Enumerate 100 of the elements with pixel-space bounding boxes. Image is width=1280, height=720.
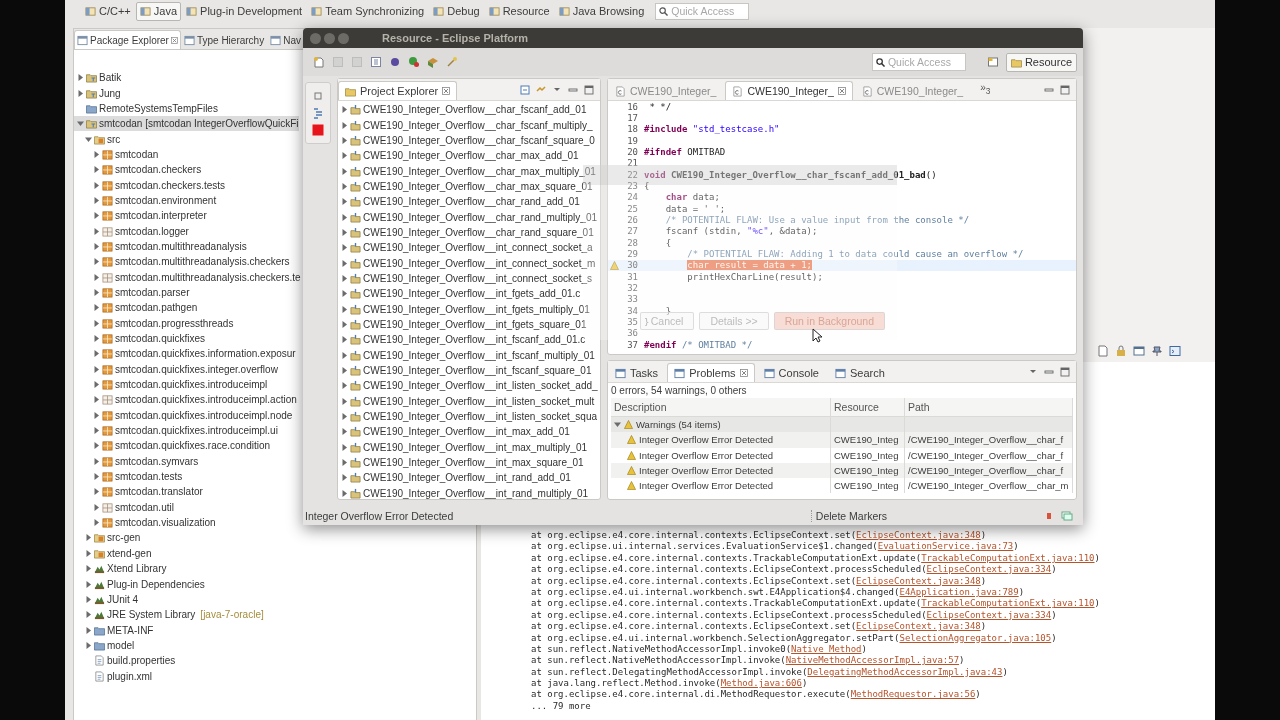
tree-item[interactable]: smtcodan.quickfixes: [74, 330, 206, 347]
expand-arrow-icon[interactable]: [93, 181, 100, 189]
expand-arrow-icon[interactable]: [93, 273, 100, 281]
tree-item[interactable]: CWE190_Integer_Overflow__int_max_add_01: [338, 424, 600, 440]
outline-icon[interactable]: [312, 107, 324, 119]
collapse-arrow-icon[interactable]: [77, 120, 84, 128]
perspective-button[interactable]: Debug: [429, 1, 484, 21]
group-row[interactable]: Warnings (54 items): [611, 417, 1073, 433]
problem-row[interactable]: Integer Overflow Error Detected CWE190_Integ /CWE190_Integer_Overflow__char_f: [611, 447, 1073, 463]
expand-arrow-icon[interactable]: [85, 580, 92, 588]
perspective-button[interactable]: Resource: [484, 1, 554, 21]
collapse-all-icon[interactable]: [520, 84, 530, 95]
expand-arrow-icon[interactable]: [85, 565, 92, 573]
open-perspective-icon[interactable]: [986, 56, 999, 68]
source-link[interactable]: EclipseContext.java:348: [856, 530, 981, 540]
tree-item[interactable]: smtcodan.quickfixes.introduceimpl.ui: [74, 422, 278, 439]
tree-item[interactable]: CWE190_Integer_Overflow__int_fgets_add_01.c: [338, 286, 600, 302]
source-link[interactable]: EclipseContext.java:348: [856, 575, 981, 586]
document-icon[interactable]: [1097, 345, 1109, 357]
perspective-button[interactable]: Plug-in Development: [182, 1, 307, 21]
expand-arrow-icon[interactable]: [93, 396, 100, 404]
quick-access-field[interactable]: Quick Access: [871, 53, 966, 71]
close-icon[interactable]: [739, 369, 748, 377]
maximize-icon[interactable]: [584, 84, 594, 95]
tree-item[interactable]: smtcodan.interpreter: [74, 208, 207, 224]
expand-arrow-icon[interactable]: [93, 488, 100, 496]
problem-row[interactable]: Integer Overflow Error Detected CWE190_Integ /CWE190_Integer_Overflow__char_f: [611, 462, 1073, 479]
perspective-button[interactable]: Resource: [1005, 52, 1077, 72]
editor-tab[interactable]: CWE190_Integer_: [725, 81, 853, 100]
view-tab[interactable]: Package Explorer: [74, 30, 181, 49]
expand-arrow-icon[interactable]: [93, 457, 100, 465]
tree-item[interactable]: CWE190_Integer_Overflow__int_rand_add_01: [338, 470, 600, 486]
tree-item[interactable]: smtcodan.util: [74, 499, 174, 515]
view-tab[interactable]: Project Explorer: [338, 81, 458, 100]
tree-item[interactable]: plugin.xml: [74, 668, 153, 684]
tree-item[interactable]: CWE190_Integer_Overflow__char_fscanf_add_01: [338, 102, 600, 118]
view-tab[interactable]: Type Hierarchy: [180, 30, 268, 49]
grid-icon[interactable]: [370, 56, 382, 68]
tree-item[interactable]: smtcodan.checkers: [74, 162, 202, 178]
source-link[interactable]: EclipseContext.java:334: [926, 609, 1052, 620]
expand-arrow-icon[interactable]: [85, 534, 92, 542]
new-file-icon[interactable]: [313, 56, 325, 68]
source-link[interactable]: EclipseContext.java:348: [856, 621, 981, 632]
source-link[interactable]: MethodRequestor.java:56: [850, 689, 976, 700]
expand-arrow-icon[interactable]: [93, 150, 100, 158]
expand-arrow-icon[interactable]: [93, 381, 100, 389]
tree-item[interactable]: CWE190_Integer_Overflow__int_max_multiply_01: [338, 439, 600, 455]
source-link[interactable]: TrackableComputationExt.java:110: [921, 552, 1095, 563]
tree-item[interactable]: RemoteSystemsTempFiles: [74, 100, 218, 117]
tree-item[interactable]: smtcodan.quickfixes.introduceimpl.node: [74, 407, 293, 423]
run-icon[interactable]: [408, 56, 420, 68]
tree-item[interactable]: src: [74, 131, 121, 147]
tree-item[interactable]: smtcodan.progressthreads: [74, 315, 234, 331]
tree-item[interactable]: smtcodan.quickfixes.introduceimpl: [74, 376, 268, 393]
expand-arrow-icon[interactable]: [93, 411, 100, 419]
expand-arrow-icon[interactable]: [93, 442, 100, 450]
tree-item[interactable]: smtcodan.checkers.tests: [74, 177, 226, 193]
expand-arrow-icon[interactable]: [85, 641, 92, 649]
tree-item[interactable]: smtcodan.tests: [74, 468, 183, 485]
tree-item[interactable]: CWE190_Integer_Overflow__int_fscanf_square_01: [338, 362, 600, 379]
source-link[interactable]: EclipseContext.java:334: [926, 564, 1052, 575]
expand-arrow-icon[interactable]: [93, 289, 100, 296]
tree-item[interactable]: CWE190_Integer_Overflow__char_max_multiply_01: [338, 163, 600, 179]
expand-arrow-icon[interactable]: [93, 304, 100, 312]
tree-item[interactable]: CWE190_Integer_Overflow__int_fgets_square_01: [338, 316, 600, 333]
perspective-button[interactable]: Java: [135, 1, 182, 21]
quick-access-field[interactable]: Quick Access: [655, 2, 750, 20]
expand-arrow-icon[interactable]: [85, 595, 92, 603]
collapse-arrow-icon[interactable]: [614, 421, 621, 429]
expand-arrow-icon[interactable]: [93, 335, 100, 342]
tree-item[interactable]: src-gen: [74, 530, 141, 546]
perspective-button[interactable]: Java Browsing: [554, 1, 649, 21]
maximize-icon[interactable]: [1060, 366, 1070, 377]
column-header[interactable]: Path: [905, 398, 1073, 416]
tree-item[interactable]: model: [74, 637, 135, 654]
perspective-button[interactable]: Team Synchronizing: [307, 1, 429, 21]
tree-item[interactable]: build.properties: [74, 653, 176, 669]
pin-icon[interactable]: [1151, 345, 1163, 357]
tree-item[interactable]: smtcodan.quickfixes.information.exposur: [74, 346, 296, 362]
tree-item[interactable]: smtcodan.multithreadanalysis: [74, 238, 247, 255]
tree-item[interactable]: xtend-gen: [74, 545, 152, 561]
problem-row[interactable]: Integer Overflow Error Detected CWE190_Integ /CWE190_Integer_Overflow__char_f: [611, 432, 1073, 448]
console-icon[interactable]: [1169, 345, 1181, 357]
tree-item[interactable]: smtcodan.environment: [74, 192, 217, 209]
tree-item[interactable]: Xtend Library: [74, 561, 167, 577]
expand-arrow-icon[interactable]: [93, 227, 100, 235]
tree-item[interactable]: Batik: [74, 70, 122, 86]
tree-item[interactable]: CWE190_Integer_Overflow__int_listen_socket_mult: [338, 393, 600, 409]
tree-item[interactable]: smtcodan.visualization: [74, 514, 216, 531]
expand-arrow-icon[interactable]: [93, 473, 100, 481]
tree-item[interactable]: CWE190_Integer_Overflow__int_rand_multiply_01: [338, 485, 600, 501]
tree-item[interactable]: smtcodan.quickfixes.integer.overflow: [74, 361, 278, 377]
view-tab[interactable]: Nav: [267, 30, 304, 49]
expand-arrow-icon[interactable]: [93, 350, 100, 358]
close-icon[interactable]: [170, 36, 178, 44]
column-header[interactable]: Resource: [831, 398, 905, 416]
close-icon[interactable]: [837, 87, 846, 95]
tree-item[interactable]: smtcodan.multithreadanalysis.checkers: [74, 254, 290, 270]
tree-item[interactable]: smtcodan.pathgen: [74, 300, 198, 316]
tree-item[interactable]: smtcodan.parser: [74, 284, 190, 301]
